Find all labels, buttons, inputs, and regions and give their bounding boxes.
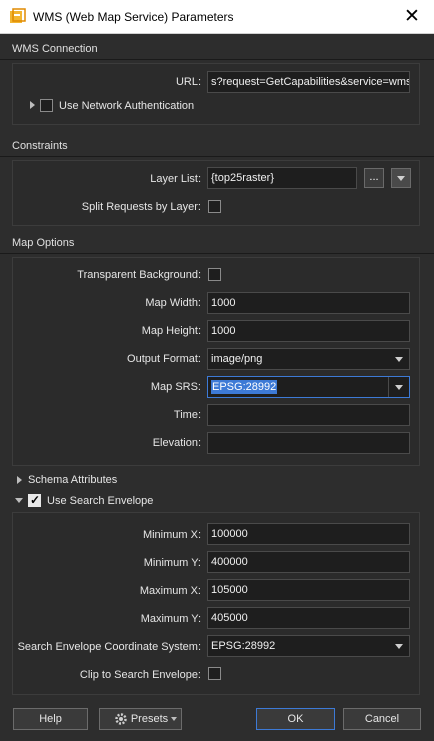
clip-to-envelope-label: Clip to Search Envelope: [79, 669, 201, 681]
minimum-x-input[interactable]: 100000 [207, 523, 410, 545]
output-format-label: Output Format: [127, 353, 201, 365]
divider [0, 59, 434, 60]
output-format-value: image/png [211, 353, 263, 365]
presets-button[interactable]: Presets [99, 708, 182, 730]
network-auth-label: Use Network Authentication [59, 100, 195, 112]
maximum-y-label: Maximum Y: [140, 613, 201, 625]
map-height-label: Map Height: [141, 325, 201, 337]
time-input[interactable] [207, 404, 410, 426]
window-title: WMS (Web Map Service) Parameters [33, 10, 234, 24]
presets-button-label: Presets [130, 713, 169, 725]
url-input[interactable]: s?request=GetCapabilities&service=wms [207, 71, 410, 93]
dropdown-arrow-icon [397, 176, 405, 181]
split-requests-label: Split Requests by Layer: [81, 201, 201, 213]
dropdown-arrow-icon [171, 717, 177, 721]
schema-attributes-header[interactable]: Schema Attributes [28, 474, 117, 486]
minimum-x-label: Minimum X: [142, 529, 201, 541]
layer-options-dropdown[interactable] [391, 168, 411, 188]
cancel-button[interactable]: Cancel [343, 708, 421, 730]
coordinate-system-value: EPSG:28992 [211, 640, 276, 652]
map-srs-value: EPSG:28992 [211, 380, 278, 394]
dropdown-arrow-icon [395, 644, 403, 649]
combo-separator [388, 377, 389, 397]
map-srs-select[interactable]: EPSG:28992 [207, 376, 410, 398]
dropdown-arrow-icon [395, 385, 403, 390]
divider [0, 156, 434, 157]
ok-button-label: OK [287, 713, 304, 725]
divider [0, 253, 434, 254]
collapse-triangle-icon[interactable] [15, 498, 23, 503]
output-format-select[interactable]: image/png [207, 348, 410, 370]
maximum-x-input[interactable]: 105000 [207, 579, 410, 601]
coordinate-system-select[interactable]: EPSG:28992 [207, 635, 410, 657]
map-width-input[interactable]: 1000 [207, 292, 410, 314]
expand-triangle-icon[interactable] [17, 476, 22, 484]
maximum-y-input[interactable]: 405000 [207, 607, 410, 629]
gear-icon [115, 713, 127, 725]
map-srs-label: Map SRS: [150, 381, 201, 393]
help-button[interactable]: Help [13, 708, 88, 730]
checkmark-icon: ✓ [30, 493, 41, 507]
coordinate-system-label: Search Envelope Coordinate System: [17, 641, 201, 653]
split-requests-checkbox[interactable] [208, 200, 221, 213]
minimum-y-label: Minimum Y: [143, 557, 201, 569]
section-map-options: Map Options [12, 237, 75, 249]
browse-button[interactable]: ... [364, 168, 384, 188]
section-constraints: Constraints [12, 140, 68, 152]
map-height-input[interactable]: 1000 [207, 320, 410, 342]
maximum-x-label: Maximum X: [139, 585, 201, 597]
use-search-envelope-label: Use Search Envelope [47, 495, 154, 507]
section-wms-connection: WMS Connection [12, 43, 98, 55]
clip-to-envelope-checkbox[interactable] [208, 667, 221, 680]
elevation-input[interactable] [207, 432, 410, 454]
transparent-background-checkbox[interactable] [208, 268, 221, 281]
elevation-label: Elevation: [152, 437, 201, 449]
help-button-label: Help [39, 713, 62, 725]
use-search-envelope-checkbox[interactable]: ✓ [28, 493, 41, 507]
map-width-label: Map Width: [145, 297, 201, 309]
network-auth-checkbox[interactable] [40, 99, 53, 112]
title-bar: WMS (Web Map Service) Parameters ✕ [0, 0, 434, 34]
time-label: Time: [173, 409, 201, 421]
app-icon [10, 8, 26, 23]
minimum-y-input[interactable]: 400000 [207, 551, 410, 573]
dropdown-arrow-icon [395, 357, 403, 362]
layer-list-input[interactable]: {top25raster} [207, 167, 357, 189]
ok-button[interactable]: OK [256, 708, 335, 730]
close-icon[interactable]: ✕ [400, 5, 424, 29]
cancel-button-label: Cancel [364, 713, 400, 725]
dialog-body: WMS Connection URL: s?request=GetCapabil… [0, 34, 434, 741]
url-label: URL: [175, 76, 201, 88]
expand-triangle-icon[interactable] [30, 101, 35, 109]
layer-list-label: Layer List: [150, 173, 201, 185]
transparent-background-label: Transparent Background: [77, 269, 201, 281]
